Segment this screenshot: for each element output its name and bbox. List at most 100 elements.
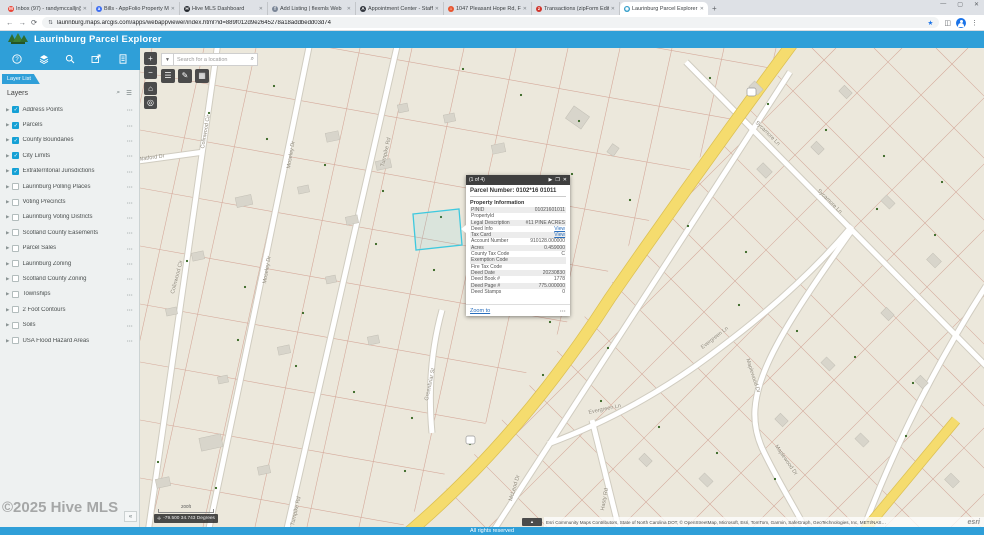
expand-caret-icon[interactable]: ▶ <box>6 276 9 282</box>
popup-maximize-icon[interactable]: ❐ <box>555 175 559 185</box>
maximize-button[interactable]: ▢ <box>957 1 963 8</box>
layer-checkbox[interactable] <box>12 183 20 191</box>
layer-menu-icon[interactable]: ••• <box>127 215 133 220</box>
layer-menu-icon[interactable]: ••• <box>127 246 133 251</box>
layer-checkbox[interactable]: ✓ <box>12 106 20 114</box>
layer-menu-icon[interactable]: ••• <box>127 153 133 158</box>
zoom-to-link[interactable]: Zoom to <box>470 308 560 314</box>
browser-tab[interactable]: ⌂1047 Pleasant Hope Rd, Fairm…✕ <box>444 2 532 15</box>
layer-checkbox[interactable] <box>12 306 20 314</box>
report-icon[interactable] <box>118 54 128 64</box>
layer-menu-icon[interactable]: ••• <box>127 292 133 297</box>
layer-item[interactable]: ▶ ✓ Extraterritorial Jurisdictions ••• <box>0 164 139 179</box>
layer-menu-icon[interactable]: ••• <box>127 169 133 174</box>
back-button[interactable]: ← <box>6 18 14 28</box>
layer-menu-icon[interactable]: ••• <box>127 323 133 328</box>
layer-item[interactable]: ▶ Laurinburg Zoning ••• <box>0 256 139 271</box>
expand-caret-icon[interactable]: ▶ <box>6 322 9 328</box>
layer-menu-icon[interactable]: ••• <box>127 276 133 281</box>
next-feature-icon[interactable]: ▶ <box>548 175 552 185</box>
layer-list-tab[interactable]: Layer List <box>2 74 40 84</box>
expand-caret-icon[interactable]: ▶ <box>6 199 9 205</box>
address-bar[interactable]: ⇅ laurinburg.maps.arcgis.com/apps/webapp… <box>42 17 940 28</box>
layer-checkbox[interactable] <box>12 337 20 345</box>
layer-item[interactable]: ▶ USA Flood Hazard Areas ••• <box>0 333 139 348</box>
legend-button[interactable]: ☰ <box>161 69 175 83</box>
expand-caret-icon[interactable]: ▶ <box>6 291 9 297</box>
layer-menu-icon[interactable]: ••• <box>127 138 133 143</box>
bookmark-star-icon[interactable]: ★ <box>928 19 934 27</box>
layer-menu-icon[interactable]: ••• <box>127 338 133 343</box>
layer-checkbox[interactable]: ✓ <box>12 136 20 144</box>
search-input[interactable]: Search for a location ⌕ <box>174 53 258 66</box>
expand-caret-icon[interactable]: ▶ <box>6 122 9 128</box>
share-icon[interactable] <box>91 54 101 64</box>
close-button[interactable]: ✕ <box>974 1 979 8</box>
popup-close-icon[interactable]: ✕ <box>563 175 567 185</box>
expand-caret-icon[interactable]: ▶ <box>6 214 9 220</box>
side-panel-icon[interactable]: ◫ <box>944 19 951 27</box>
layer-checkbox[interactable]: ✓ <box>12 121 20 129</box>
layer-item[interactable]: ▶ Scotland County Easements ••• <box>0 225 139 240</box>
expand-caret-icon[interactable]: ▶ <box>6 230 9 236</box>
layer-checkbox[interactable] <box>12 260 20 268</box>
attribution-expand-button[interactable]: ▲ <box>522 518 542 526</box>
reload-button[interactable]: ⟳ <box>31 18 37 28</box>
layer-filter-icon[interactable]: ☰ <box>126 89 132 97</box>
layer-checkbox[interactable] <box>12 244 20 252</box>
layer-checkbox[interactable] <box>12 275 20 283</box>
layer-menu-icon[interactable]: ••• <box>127 107 133 112</box>
layer-item[interactable]: ▶ Voting Precincts ••• <box>0 194 139 209</box>
layer-menu-icon[interactable]: ••• <box>127 307 133 312</box>
browser-tab[interactable]: H Hive MLS Dashboard ✕ <box>180 2 268 15</box>
layer-checkbox[interactable] <box>12 213 20 221</box>
expand-caret-icon[interactable]: ▶ <box>6 153 9 159</box>
tab-close-icon[interactable]: ✕ <box>435 6 439 12</box>
profile-avatar[interactable] <box>956 17 966 28</box>
browser-tab[interactable]: aBills - AppFolio Property Man…✕ <box>92 2 180 15</box>
layer-item[interactable]: ▶ Laurinburg Polling Places ••• <box>0 179 139 194</box>
browser-tab[interactable]: MInbox (97) - randymccalljr@g…✕ <box>4 2 92 15</box>
tab-close-icon[interactable]: ✕ <box>259 6 263 12</box>
tab-close-icon[interactable]: ✕ <box>347 6 351 12</box>
browser-tab[interactable]: f Add Listing | flexmls Web ✕ <box>268 2 356 15</box>
tab-close-icon[interactable]: ✕ <box>171 6 175 12</box>
expand-caret-icon[interactable]: ▶ <box>6 245 9 251</box>
my-location-button[interactable]: ◎ <box>144 96 157 109</box>
layers-icon[interactable] <box>39 54 49 64</box>
draw-button[interactable]: ✎ <box>178 69 192 83</box>
layer-checkbox[interactable]: ✓ <box>12 152 20 160</box>
basemap-gallery-button[interactable]: ▦ <box>195 69 209 83</box>
site-info-icon[interactable]: ⇅ <box>48 20 53 26</box>
map-canvas[interactable]: Colinwood Cir Colinwood Cir Watford Dr Mose… <box>140 48 984 527</box>
layer-checkbox[interactable] <box>12 229 20 237</box>
browser-tab[interactable]: AAppointment Center - Staff - S…✕ <box>356 2 444 15</box>
crosshair-icon[interactable]: ✛ <box>157 516 161 522</box>
layer-search-icon[interactable]: ⌕ <box>117 89 121 97</box>
expand-caret-icon[interactable]: ▶ <box>6 261 9 267</box>
layer-item[interactable]: ▶ ✓ Parcels ••• <box>0 117 139 132</box>
layer-item[interactable]: ▶ 2 Foot Contours ••• <box>0 302 139 317</box>
layer-item[interactable]: ▶ ✓ Address Points ••• <box>0 102 139 117</box>
expand-caret-icon[interactable]: ▶ <box>6 168 9 174</box>
layer-menu-icon[interactable]: ••• <box>127 184 133 189</box>
layer-item[interactable]: ▶ Soils ••• <box>0 317 139 332</box>
home-button[interactable]: ⌂ <box>144 82 157 95</box>
tab-close-icon[interactable]: ✕ <box>611 6 615 12</box>
tab-close-icon[interactable]: ✕ <box>700 6 704 12</box>
minimize-button[interactable]: — <box>940 1 946 8</box>
layer-checkbox[interactable] <box>12 290 20 298</box>
layer-item[interactable]: ▶ Scotland County Zoning ••• <box>0 271 139 286</box>
selected-parcel-outline[interactable] <box>412 208 463 251</box>
tab-close-icon[interactable]: ✕ <box>83 6 87 12</box>
expand-caret-icon[interactable]: ▶ <box>6 338 9 344</box>
layer-checkbox[interactable] <box>12 198 20 206</box>
new-tab-button[interactable]: + <box>712 2 717 15</box>
zoom-out-button[interactable]: − <box>144 66 157 79</box>
expand-caret-icon[interactable]: ▶ <box>6 107 9 113</box>
layer-checkbox[interactable] <box>12 321 20 329</box>
layer-checkbox[interactable]: ✓ <box>12 167 20 175</box>
search-magnifier-icon[interactable]: ⌕ <box>251 56 254 63</box>
search-source-dropdown[interactable]: ▼ <box>161 53 174 66</box>
layer-item[interactable]: ▶ ✓ County Boundaries ••• <box>0 133 139 148</box>
